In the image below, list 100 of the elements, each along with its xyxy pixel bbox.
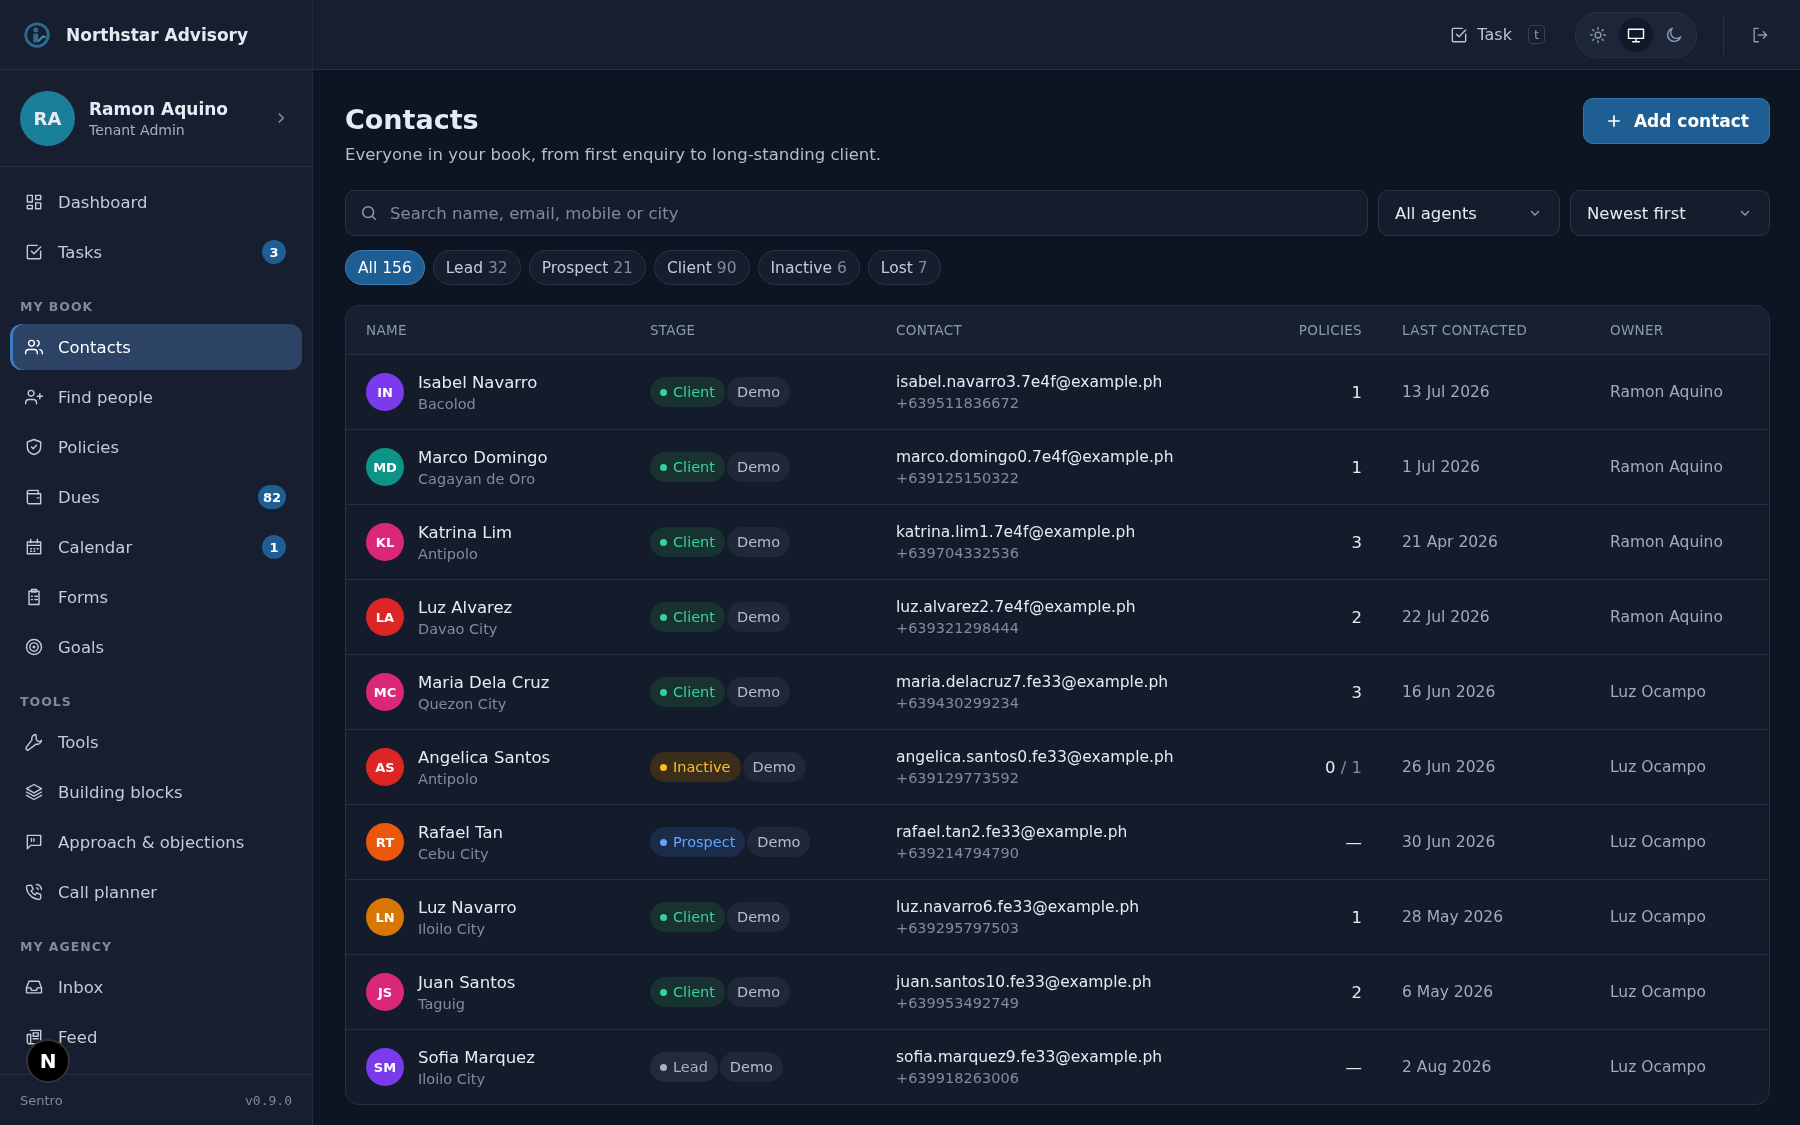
policies-count: 0 / 1 bbox=[1324, 757, 1362, 777]
demo-tag: Demo bbox=[727, 377, 791, 407]
filter-chip[interactable]: Client 90 bbox=[654, 250, 750, 285]
inbox-icon bbox=[24, 977, 44, 997]
tasks-icon bbox=[24, 242, 44, 262]
contact-name[interactable]: Luz Navarro bbox=[418, 897, 517, 917]
contact-name[interactable]: Juan Santos bbox=[418, 972, 516, 992]
sidebar-item[interactable]: Goals bbox=[10, 624, 302, 670]
app-name: Sentro bbox=[20, 1092, 63, 1108]
sidebar-item[interactable]: Tools bbox=[10, 719, 302, 765]
add-contact-button[interactable]: Add contact bbox=[1582, 98, 1770, 144]
task-button[interactable]: Task bbox=[1443, 23, 1518, 46]
column-header: CONTACT bbox=[895, 322, 964, 338]
sidebar-item[interactable]: Dues 82 bbox=[10, 474, 302, 520]
owner-name: Luz Ocampo bbox=[1609, 908, 1707, 926]
demo-tag: Demo bbox=[727, 677, 791, 707]
policies-count: 3 bbox=[1351, 532, 1362, 552]
contact-name[interactable]: Isabel Navarro bbox=[418, 372, 538, 392]
contact-email: maria.delacruz7.fe33@example.ph bbox=[896, 673, 1170, 691]
contact-mobile: +639295797503 bbox=[896, 920, 1020, 936]
user-card[interactable]: RA Ramon Aquino Tenant Admin bbox=[0, 70, 312, 167]
column-header: STAGE bbox=[649, 322, 697, 338]
speech-bubble-icon bbox=[24, 832, 44, 852]
demo-tag: Demo bbox=[727, 902, 791, 932]
owner-name: Ramon Aquino bbox=[1609, 458, 1724, 476]
page-subtitle: Everyone in your book, from first enquiry to long-standing client. bbox=[345, 145, 882, 164]
demo-tag: Demo bbox=[747, 827, 811, 857]
contact-name[interactable]: Luz Alvarez bbox=[418, 597, 513, 617]
user-name: Ramon Aquino bbox=[89, 98, 229, 119]
user-avatar: RA bbox=[20, 90, 75, 146]
contact-email: katrina.lim1.7e4f@example.ph bbox=[896, 523, 1137, 541]
contact-name[interactable]: Rafael Tan bbox=[418, 822, 504, 842]
contact-city: Iloilo City bbox=[418, 920, 487, 937]
shield-icon bbox=[24, 437, 44, 457]
contact-mobile: +639214794790 bbox=[896, 845, 1020, 861]
user-role: Tenant Admin bbox=[89, 121, 186, 138]
layers-icon bbox=[24, 782, 44, 802]
contact-mobile: +639953492749 bbox=[896, 995, 1020, 1011]
policies-count: 2 bbox=[1351, 607, 1362, 627]
filter-chip[interactable]: Prospect 21 bbox=[528, 250, 646, 285]
calendar-icon bbox=[24, 537, 44, 557]
sidebar-item[interactable]: Find people bbox=[10, 374, 302, 420]
contact-avatar: JS bbox=[366, 973, 404, 1011]
sidebar-item[interactable]: Approach & objections bbox=[10, 819, 302, 865]
sidebar-item[interactable]: Forms bbox=[10, 574, 302, 620]
agent-dropdown[interactable]: All agents bbox=[1378, 190, 1560, 236]
wrench-icon bbox=[24, 732, 44, 752]
sidebar-item[interactable]: Tasks 3 bbox=[10, 229, 302, 275]
policies-count: 1 bbox=[1351, 382, 1362, 402]
owner-name: Ramon Aquino bbox=[1609, 383, 1724, 401]
nav-section-heading: MY BOOK bbox=[19, 298, 95, 316]
column-header: LAST CONTACTED bbox=[1401, 322, 1529, 338]
filter-chip[interactable]: Lead 32 bbox=[432, 250, 521, 285]
contact-city: Iloilo City bbox=[418, 1070, 487, 1087]
brand-name: Northstar Advisory bbox=[66, 24, 249, 45]
last-contacted: 30 Jun 2026 bbox=[1401, 833, 1497, 851]
stage-badge: Client bbox=[650, 527, 725, 557]
demo-tag: Demo bbox=[727, 977, 791, 1007]
last-contacted: 21 Apr 2026 bbox=[1401, 533, 1499, 551]
column-header: NAME bbox=[365, 322, 408, 338]
filter-chip[interactable]: All 156 bbox=[345, 250, 425, 285]
contact-avatar: SM bbox=[366, 1048, 404, 1086]
sidebar-item[interactable]: Dashboard bbox=[10, 179, 302, 225]
nav-section-heading: MY AGENCY bbox=[19, 938, 113, 956]
count-badge: 82 bbox=[257, 485, 286, 509]
sidebar-item[interactable]: Inbox bbox=[10, 964, 302, 1010]
filter-chip[interactable]: Inactive 6 bbox=[757, 250, 860, 285]
contact-name[interactable]: Angelica Santos bbox=[418, 747, 551, 767]
sidebar-item[interactable]: Call planner bbox=[10, 869, 302, 915]
search-field[interactable]: Search name, email, mobile or city bbox=[345, 190, 1368, 236]
owner-name: Luz Ocampo bbox=[1609, 758, 1707, 776]
filter-chip[interactable]: Lost 7 bbox=[867, 250, 941, 285]
contact-mobile: +639125150322 bbox=[896, 470, 1020, 486]
monitor-icon[interactable] bbox=[1619, 17, 1653, 52]
sidebar-item[interactable]: Contacts bbox=[10, 324, 302, 370]
policies-count: 1 bbox=[1351, 457, 1362, 477]
policies-count: 1 bbox=[1351, 907, 1362, 927]
contact-name[interactable]: Katrina Lim bbox=[418, 522, 513, 542]
sidebar-item[interactable]: Building blocks bbox=[10, 769, 302, 815]
contact-name[interactable]: Marco Domingo bbox=[418, 447, 548, 467]
contact-name[interactable]: Sofia Marquez bbox=[418, 1047, 535, 1067]
contact-city: Quezon City bbox=[418, 695, 508, 712]
sidebar-item[interactable]: Calendar 1 bbox=[10, 524, 302, 570]
contact-email: juan.santos10.fe33@example.ph bbox=[896, 973, 1153, 991]
sidebar-item[interactable]: Policies bbox=[10, 424, 302, 470]
last-contacted: 22 Jul 2026 bbox=[1401, 608, 1491, 626]
contact-avatar: LN bbox=[366, 898, 404, 936]
policies-count: 2 bbox=[1351, 982, 1362, 1002]
contact-mobile: +639704332536 bbox=[896, 545, 1020, 561]
wallet-icon bbox=[24, 487, 44, 507]
stage-badge: Client bbox=[650, 677, 725, 707]
owner-name: Luz Ocampo bbox=[1609, 983, 1707, 1001]
contact-email: angelica.santos0.fe33@example.ph bbox=[896, 748, 1175, 766]
contact-name[interactable]: Maria Dela Cruz bbox=[418, 672, 550, 692]
contact-email: sofia.marquez9.fe33@example.ph bbox=[896, 1048, 1164, 1066]
contact-avatar: AS bbox=[366, 748, 404, 786]
stage-badge: Client bbox=[650, 902, 725, 932]
add-person-icon bbox=[24, 387, 44, 407]
owner-name: Luz Ocampo bbox=[1609, 833, 1707, 851]
sort-dropdown[interactable]: Newest first bbox=[1570, 190, 1770, 236]
